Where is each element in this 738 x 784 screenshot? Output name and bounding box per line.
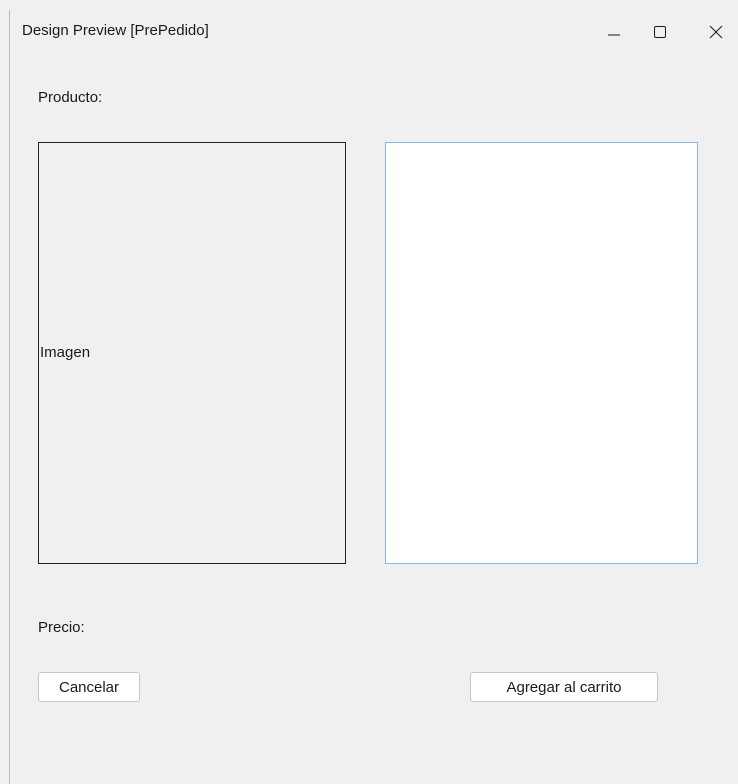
- minimize-button[interactable]: [591, 10, 637, 54]
- title-bar: Design Preview [PrePedido]: [10, 10, 738, 54]
- precio-label: Precio:: [38, 619, 85, 636]
- producto-label: Producto:: [38, 89, 103, 106]
- maximize-icon: [654, 26, 666, 38]
- close-icon: [709, 25, 723, 39]
- maximize-button[interactable]: [637, 10, 683, 54]
- cancel-button[interactable]: Cancelar: [38, 672, 140, 702]
- window-title: Design Preview [PrePedido]: [22, 22, 209, 39]
- minimize-icon: [608, 34, 620, 36]
- close-button[interactable]: [693, 10, 738, 54]
- add-to-cart-button[interactable]: Agregar al carrito: [470, 672, 658, 702]
- product-image-box: Imagen: [38, 142, 346, 564]
- app-window: Design Preview [PrePedido] Producto: Ima…: [9, 10, 738, 784]
- description-textbox[interactable]: [385, 142, 698, 564]
- image-placeholder-label: Imagen: [40, 344, 91, 361]
